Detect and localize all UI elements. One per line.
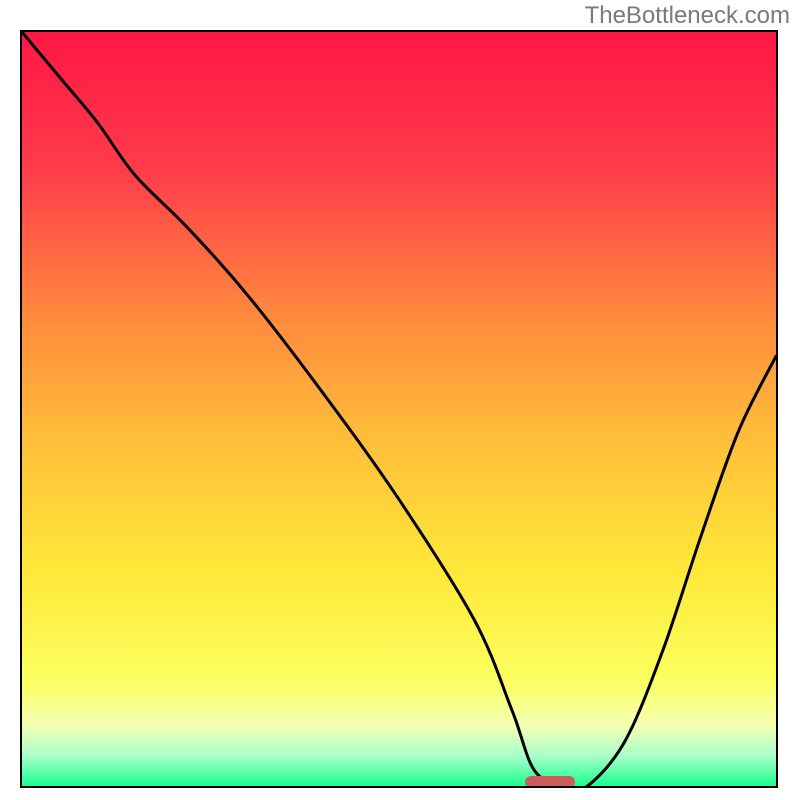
curve-layer <box>22 32 776 786</box>
bottleneck-curve <box>22 32 776 786</box>
bottleneck-chart: TheBottleneck.com <box>0 0 800 800</box>
optimal-marker <box>525 776 575 788</box>
plot-area <box>20 30 778 788</box>
watermark-text: TheBottleneck.com <box>585 2 790 30</box>
